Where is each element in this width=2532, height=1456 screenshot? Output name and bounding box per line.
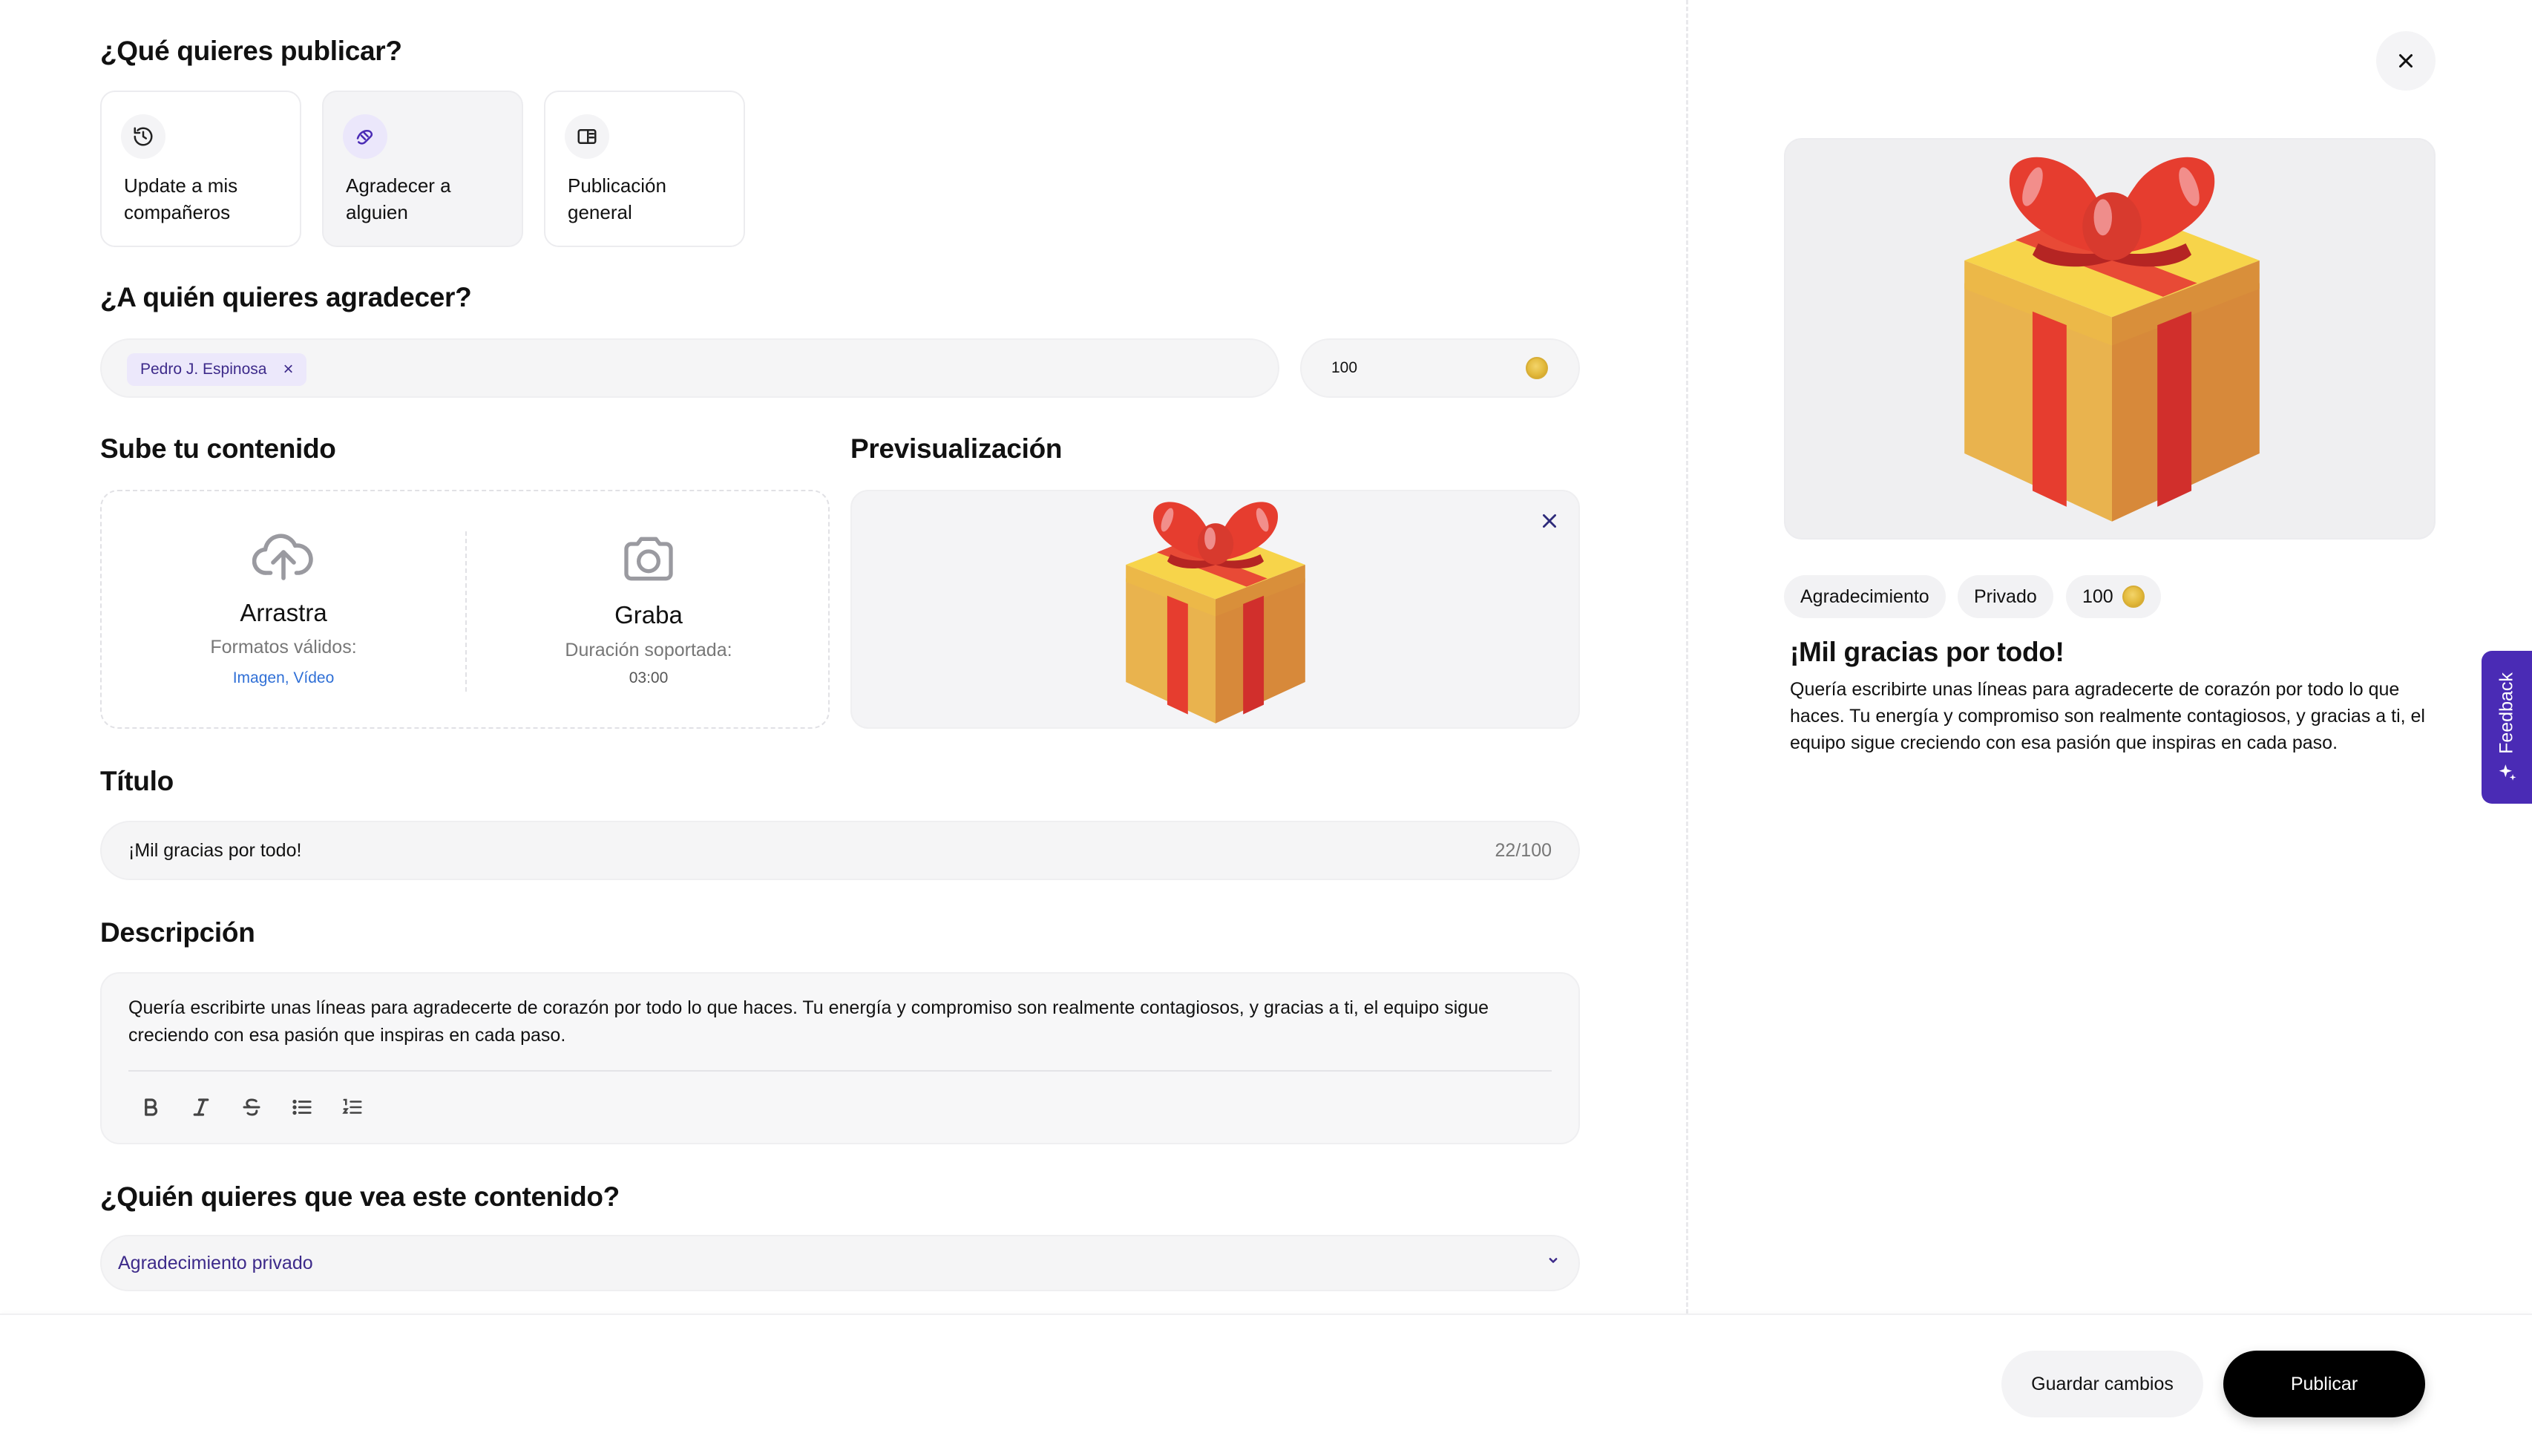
record-duration-label: Duración soportada:	[565, 640, 732, 660]
amount-value: 100	[1331, 359, 1358, 376]
publish-form: ¿Qué quieres publicar? Update a mis comp…	[0, 0, 1686, 1314]
visibility-selected-value: Agradecimiento privado	[118, 1253, 313, 1273]
title-char-counter: 22/100	[1495, 840, 1552, 861]
type-option-update[interactable]: Update a mis compañeros	[100, 91, 301, 247]
remove-recipient-icon[interactable]: ×	[283, 359, 293, 380]
upload-heading: Sube tu contenido	[100, 433, 336, 464]
media-preview	[850, 490, 1580, 729]
publish-type-heading: ¿Qué quieres publicar?	[100, 36, 402, 66]
gift-image	[1126, 502, 1305, 724]
record-area[interactable]: Graba Duración soportada: 03:00	[467, 491, 830, 727]
sparkle-icon	[2499, 764, 2516, 781]
drag-formats-label: Formatos válidos:	[210, 637, 357, 658]
type-option-label: Update a mis compañeros	[124, 174, 238, 223]
record-title: Graba	[614, 601, 683, 629]
visibility-heading: ¿Quién quieres que vea este contenido?	[100, 1181, 620, 1212]
side-media-preview	[1784, 138, 2436, 540]
close-icon	[2399, 54, 2413, 68]
tag-amount: 100	[2066, 575, 2161, 618]
title-heading: Título	[100, 766, 174, 796]
tag-visibility: Privado	[1958, 575, 2053, 618]
tag-amount-value: 100	[2082, 586, 2113, 607]
record-duration-value: 03:00	[629, 669, 669, 686]
layout-icon	[565, 114, 609, 159]
toolbar-divider	[128, 1070, 1552, 1072]
publish-button[interactable]: Publicar	[2223, 1351, 2425, 1417]
history-icon	[121, 114, 165, 159]
italic-icon[interactable]	[179, 1085, 223, 1129]
recipient-heading: ¿A quién quieres agradecer?	[100, 282, 472, 312]
remove-media-icon[interactable]	[1535, 506, 1564, 536]
tag-label: Privado	[1974, 586, 2037, 607]
cloud-upload-icon	[102, 531, 465, 583]
side-preview-description: Quería escribirte unas líneas para agrad…	[1790, 679, 2425, 753]
preview-heading: Previsualización	[850, 433, 1063, 464]
bold-icon[interactable]	[128, 1085, 173, 1129]
type-option-label: Agradecer a alguien	[346, 174, 451, 223]
drag-formats-value: Imagen, Vídeo	[232, 669, 335, 686]
coin-icon	[2122, 586, 2145, 608]
upload-dropzone[interactable]: Arrastra Formatos válidos: Imagen, Vídeo…	[100, 490, 830, 729]
amount-input[interactable]: 100	[1300, 338, 1580, 398]
feedback-label: Feedback	[2496, 672, 2517, 754]
description-text[interactable]: Quería escribirte unas líneas para agrad…	[128, 994, 1561, 1049]
recipient-chip-label: Pedro J. Espinosa	[140, 361, 267, 378]
camera-icon	[467, 531, 830, 586]
recipient-chip: Pedro J. Espinosa ×	[127, 353, 307, 386]
gift-image	[1964, 157, 2260, 522]
strikethrough-icon[interactable]	[229, 1085, 274, 1129]
side-preview-title: ¡Mil gracias por todo!	[1790, 637, 2064, 667]
visibility-select[interactable]: Agradecimiento privado	[100, 1235, 1580, 1291]
handshake-icon	[343, 114, 387, 159]
type-option-thanks[interactable]: Agradecer a alguien	[322, 91, 523, 247]
drag-upload-area[interactable]: Arrastra Formatos válidos: Imagen, Vídeo	[102, 491, 465, 727]
title-input[interactable]: ¡Mil gracias por todo! 22/100	[100, 821, 1580, 880]
tag-label: Agradecimiento	[1800, 586, 1929, 607]
numbered-list-icon[interactable]	[330, 1085, 375, 1129]
drag-title: Arrastra	[240, 599, 327, 626]
coin-icon	[1526, 357, 1548, 379]
type-option-general[interactable]: Publicación general	[544, 91, 745, 247]
tag-category: Agradecimiento	[1784, 575, 1946, 618]
description-heading: Descripción	[100, 917, 255, 948]
close-button[interactable]	[2376, 31, 2436, 91]
feedback-tab[interactable]: Feedback	[2482, 651, 2532, 804]
chevron-down-icon	[1546, 1253, 1561, 1271]
save-changes-button[interactable]: Guardar cambios	[2001, 1351, 2203, 1417]
description-editor[interactable]: Quería escribirte unas líneas para agrad…	[100, 972, 1580, 1144]
type-option-label: Publicación general	[568, 174, 666, 223]
recipient-input[interactable]: Pedro J. Espinosa ×	[100, 338, 1279, 398]
title-input-value: ¡Mil gracias por todo!	[128, 840, 302, 861]
bullet-list-icon[interactable]	[280, 1085, 324, 1129]
